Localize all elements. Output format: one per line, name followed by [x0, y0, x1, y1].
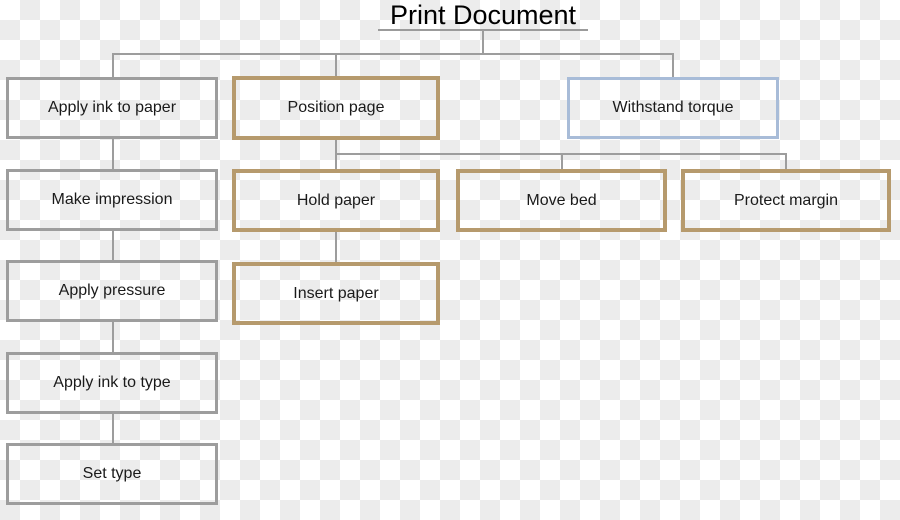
node-apply-pressure[interactable]: Apply pressure [6, 260, 218, 322]
connector-apply-pressure-to-apply-ink-to-type [112, 322, 114, 354]
connector-to-position-page [335, 53, 337, 78]
connector-make-impression-to-apply-pressure [112, 231, 114, 263]
node-label: Apply ink to paper [47, 99, 177, 116]
connector-level1-bus [112, 53, 674, 55]
node-label: Apply ink to type [53, 374, 171, 391]
connector-to-apply-ink-to-paper [112, 53, 114, 78]
node-position-page[interactable]: Position page [232, 76, 440, 140]
node-label: Make impression [51, 191, 173, 208]
node-move-bed[interactable]: Move bed [456, 169, 667, 232]
connector-root-stem [482, 30, 484, 54]
connector-apply-ink-to-paper-to-make-impression [112, 139, 114, 171]
node-label: Move bed [526, 191, 597, 209]
diagram-canvas: Print Document Apply ink to paper Positi… [0, 0, 900, 520]
node-label: Set type [82, 465, 142, 482]
connector-hold-paper-to-insert-paper [335, 232, 337, 264]
connector-to-withstand-torque [672, 53, 674, 78]
node-label: Position page [287, 99, 385, 116]
node-apply-ink-to-paper[interactable]: Apply ink to paper [6, 77, 218, 139]
node-withstand-torque[interactable]: Withstand torque [567, 77, 779, 139]
node-label: Insert paper [293, 284, 379, 302]
node-label: Hold paper [296, 191, 376, 209]
node-apply-ink-to-type[interactable]: Apply ink to type [6, 352, 218, 414]
connector-level2-bus [335, 153, 785, 155]
node-label: Withstand torque [612, 99, 734, 116]
node-protect-margin[interactable]: Protect margin [681, 169, 891, 232]
node-label: Apply pressure [58, 282, 166, 299]
node-make-impression[interactable]: Make impression [6, 169, 218, 231]
connector-apply-ink-to-type-to-set-type [112, 413, 114, 445]
node-insert-paper[interactable]: Insert paper [232, 262, 440, 325]
node-set-type[interactable]: Set type [6, 443, 218, 505]
node-label: Protect margin [733, 191, 839, 209]
page-title: Print Document [389, 0, 577, 30]
node-hold-paper[interactable]: Hold paper [232, 169, 440, 232]
